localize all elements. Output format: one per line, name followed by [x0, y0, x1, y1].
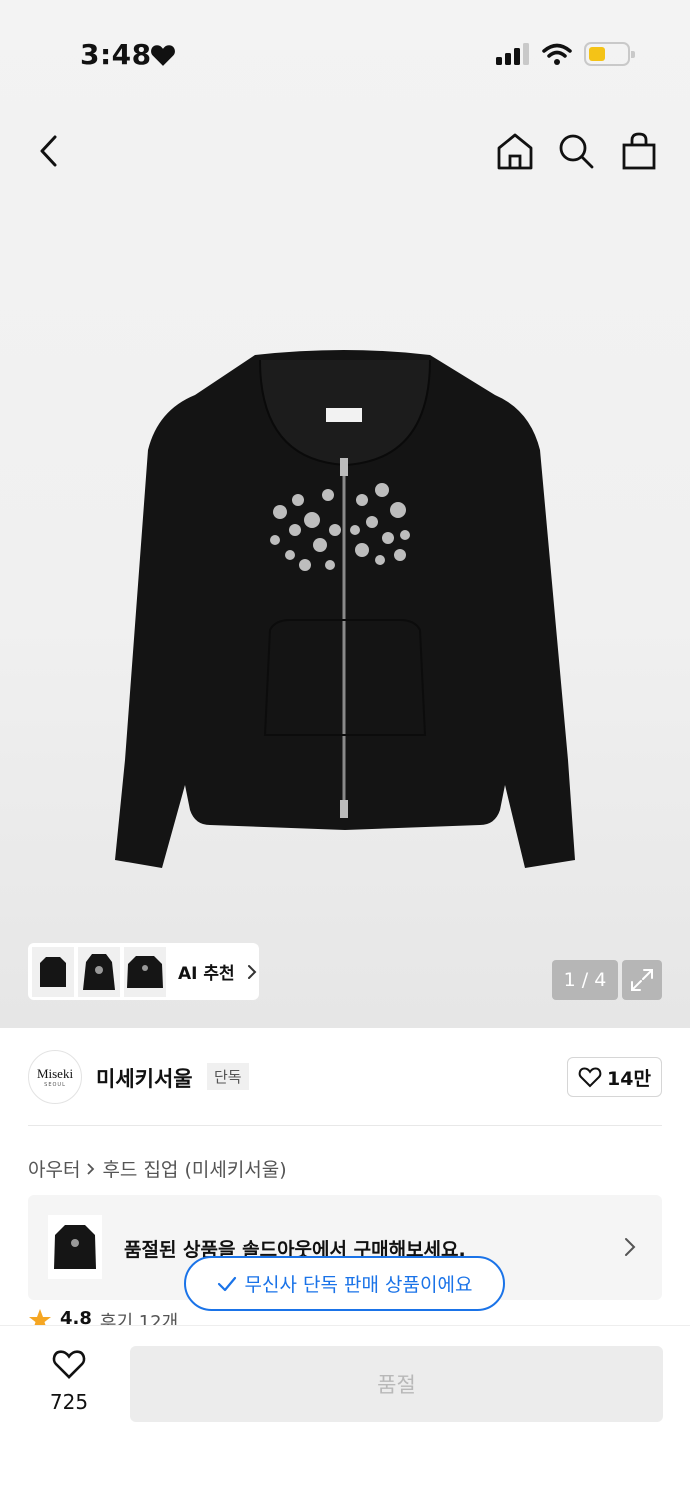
home-button[interactable]: [492, 128, 538, 174]
signal-icon: [496, 43, 529, 65]
search-icon: [559, 134, 594, 169]
ai-recommendation-chip[interactable]: AI 추천: [28, 943, 259, 1000]
breadcrumb-subcategory[interactable]: 후드 집업 (미세키서울): [102, 1155, 286, 1182]
brand-row: Miseki SEOUL 미세키서울 단독 14만: [28, 1050, 662, 1104]
back-button[interactable]: [26, 128, 72, 174]
soldout-thumb: [48, 1215, 102, 1279]
fullscreen-button[interactable]: [622, 960, 662, 1000]
chevron-right-icon: [87, 1162, 95, 1175]
ai-thumb-2: [78, 946, 120, 997]
product-image-gallery[interactable]: 3:48 AI 추천 1 / 4: [0, 0, 690, 1028]
brand-like-count: 14만: [607, 1067, 651, 1090]
product-photo-hoodie: [115, 350, 575, 868]
rating-row[interactable]: 4.8 후기 12개: [28, 1308, 178, 1326]
breadcrumb: 아우터 후드 집업 (미세키서울): [28, 1155, 287, 1182]
image-counter: 1 / 4: [552, 960, 618, 1000]
ai-thumb-1: [32, 946, 74, 997]
soldout-button[interactable]: 품절: [130, 1346, 663, 1422]
status-time: 3:48: [80, 38, 152, 71]
brand-logo-subtext: SEOUL: [44, 1082, 66, 1088]
divider: [28, 1125, 662, 1126]
ai-thumb-3: [124, 946, 166, 997]
wishlist-count: 725: [49, 1390, 89, 1414]
search-button[interactable]: [553, 128, 599, 174]
shopping-bag-icon: [622, 132, 656, 170]
exclusive-toast: 무신사 단독 판매 상품이에요: [184, 1256, 505, 1311]
bottom-action-bar: 725 품절: [0, 1325, 690, 1500]
brand-logo-text: Miseki: [36, 1066, 74, 1081]
brand-name[interactable]: 미세키서울: [96, 1063, 193, 1093]
rating-score: 4.8: [60, 1308, 92, 1326]
wishlist-button[interactable]: 725: [38, 1348, 100, 1414]
expand-icon: [631, 969, 653, 991]
review-count: 후기 12개: [99, 1312, 179, 1326]
cart-button[interactable]: [616, 128, 662, 174]
star-icon: [29, 1309, 51, 1326]
wifi-icon: [542, 43, 572, 65]
ai-recommendation-label: AI 추천: [178, 964, 235, 984]
status-icons: [496, 42, 635, 66]
exclusive-badge: 단독: [207, 1063, 249, 1090]
status-bar: 3:48: [0, 30, 690, 82]
chevron-right-icon: [625, 1238, 636, 1256]
chevron-left-icon: [40, 135, 57, 167]
heart-outline-icon: [52, 1350, 86, 1379]
exclusive-toast-text: 무신사 단독 판매 상품이에요: [244, 1274, 473, 1296]
brand-like-button[interactable]: 14만: [567, 1057, 662, 1097]
brand-logo[interactable]: Miseki SEOUL: [28, 1050, 82, 1104]
home-icon: [497, 133, 533, 170]
check-icon: [217, 1276, 236, 1291]
chevron-right-icon: [247, 964, 257, 979]
breadcrumb-category[interactable]: 아우터: [28, 1155, 80, 1182]
heart-filled-icon: [151, 45, 175, 66]
heart-outline-icon: [578, 1067, 602, 1088]
battery-icon: [584, 42, 635, 66]
